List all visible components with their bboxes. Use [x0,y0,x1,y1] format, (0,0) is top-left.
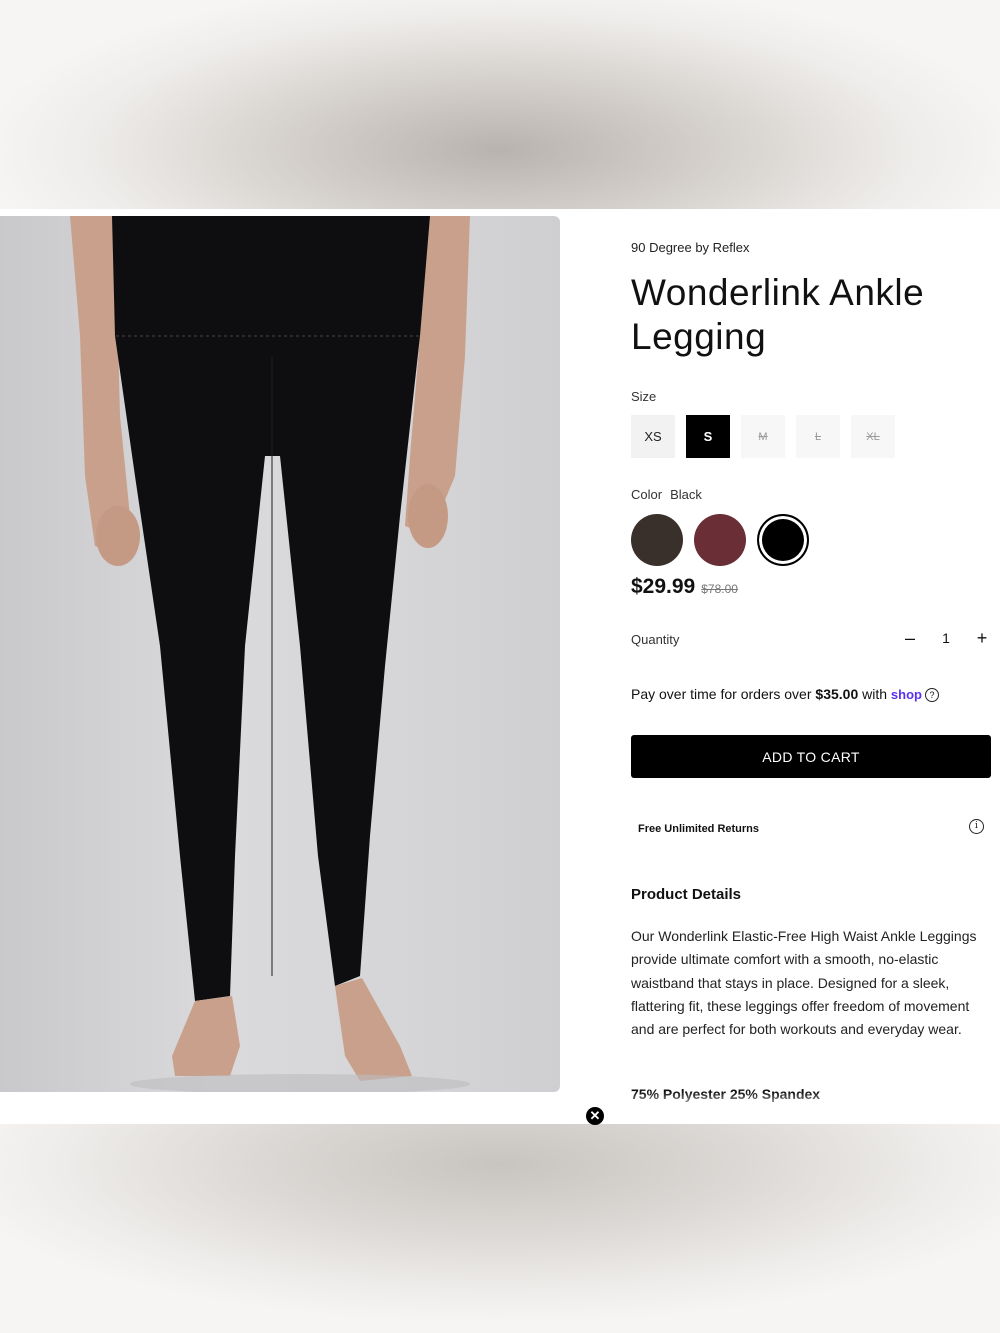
size-option-s[interactable]: S [686,415,730,458]
shop-pay-installments: Pay over time for orders over $35.00 wit… [631,686,939,703]
shop-pay-text: Pay over time for orders over [631,686,812,702]
legging-illustration [70,216,470,1092]
backdrop-top [0,0,1000,209]
content-fade [280,1092,980,1124]
question-circle-icon[interactable]: ? [924,688,939,703]
product-quick-view: 90 Degree by Reflex Wonderlink Ankle Leg… [0,209,1000,1124]
quantity-label: Quantity [631,632,680,647]
color-swatch-burgundy[interactable] [694,514,746,566]
size-option-m[interactable]: M [741,415,785,458]
shop-pay-with: with [862,686,888,702]
quantity-decrement-button[interactable]: – [901,629,919,647]
size-option-xl[interactable]: XL [851,415,895,458]
color-label-text: Color [631,487,663,502]
product-image[interactable] [0,216,560,1092]
quantity-stepper: – 1 + [901,629,991,647]
product-details-description: Our Wonderlink Elastic-Free High Waist A… [631,928,977,1038]
price-original: $78.00 [701,582,738,596]
quantity-increment-button[interactable]: + [973,629,991,647]
close-icon[interactable]: ✕ [586,1107,604,1125]
color-selected-name: Black [670,487,702,502]
size-option-l[interactable]: L [796,415,840,458]
size-label: Size [631,389,657,404]
product-details-heading: Product Details [631,886,742,903]
free-returns-label: Free Unlimited Returns [638,823,760,835]
color-swatch-black[interactable] [757,514,809,566]
size-option-xs[interactable]: XS [631,415,675,458]
size-selector: XS S M L XL [631,415,895,458]
color-swatch-brown[interactable] [631,514,683,566]
info-circle-icon[interactable]: i [969,819,984,834]
color-swatches [631,514,809,566]
backdrop-bottom [0,1124,1000,1333]
color-label: Color Black [631,487,702,502]
price-current: $29.99 [631,575,696,598]
shop-pay-amount: $35.00 [815,686,859,702]
brand-name[interactable]: 90 Degree by Reflex [631,240,750,255]
product-title: Wonderlink Ankle Legging [631,272,925,357]
add-to-cart-button[interactable]: ADD TO CART [631,735,991,778]
price: $29.99 $78.00 [631,575,738,599]
quantity-value[interactable]: 1 [942,630,950,646]
shop-logo[interactable]: shop [891,687,922,702]
